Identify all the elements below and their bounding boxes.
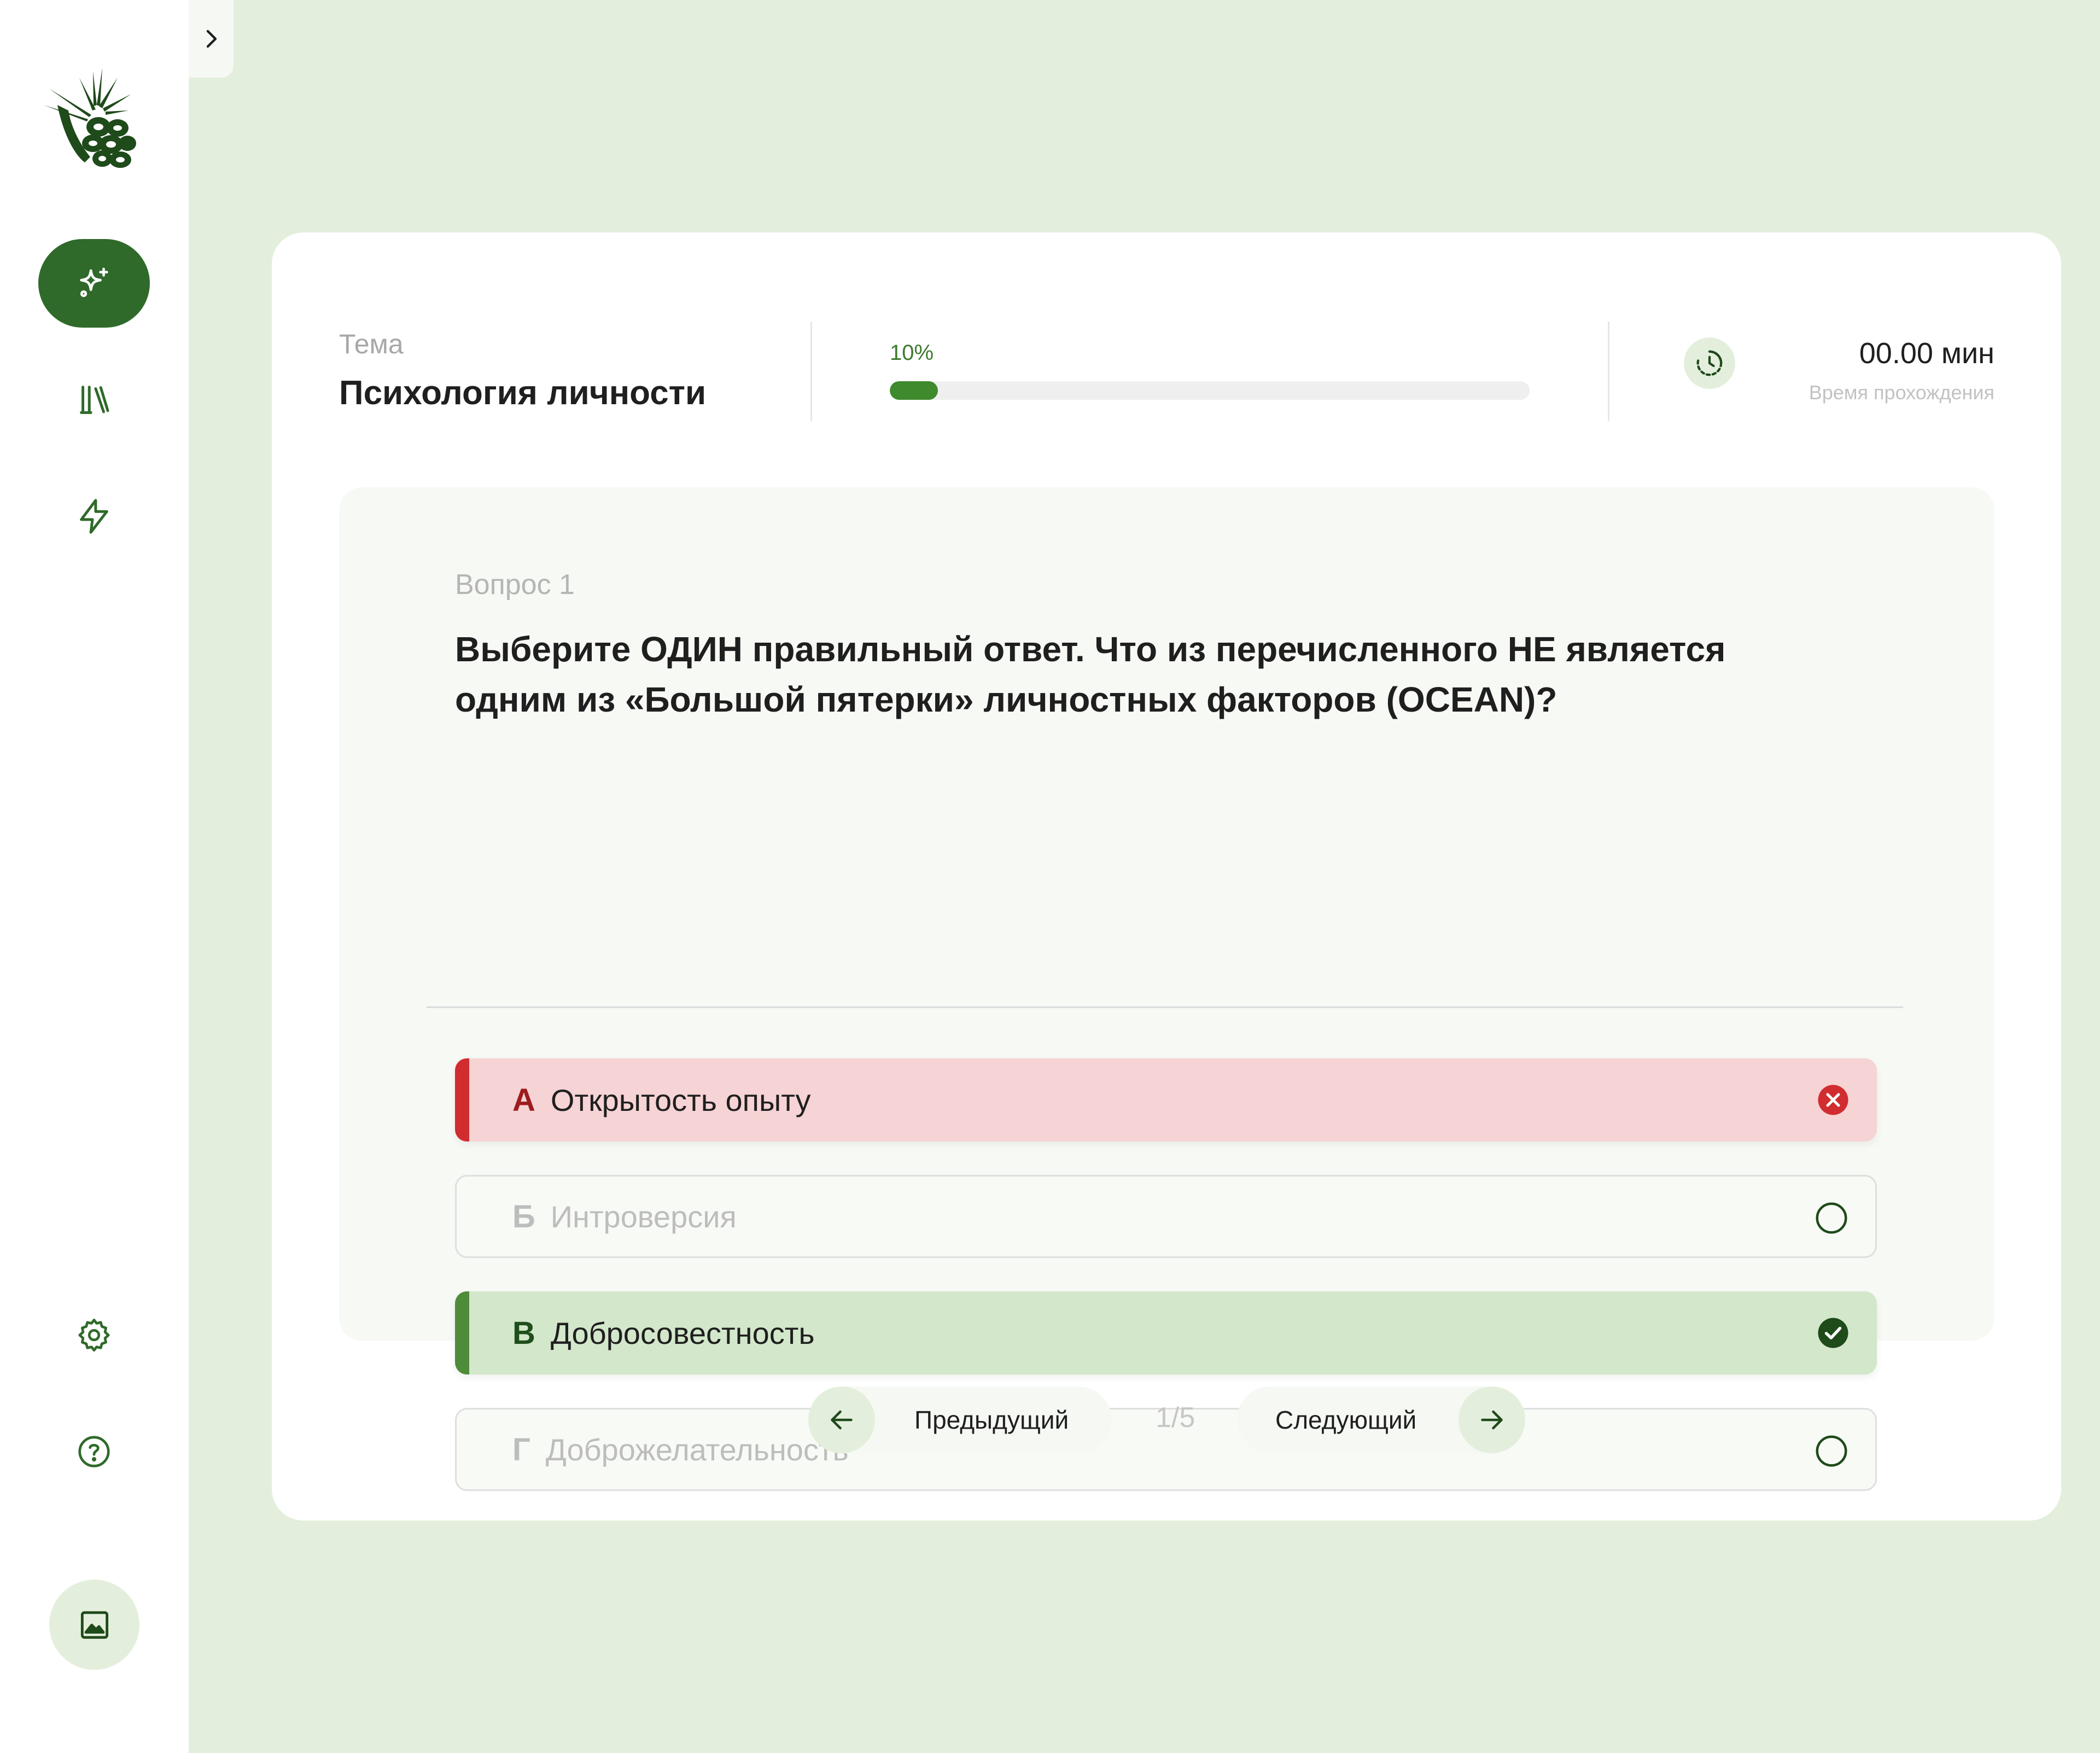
- page-indicator: 1/5: [1156, 1402, 1195, 1434]
- quiz-card: Тема Психология личности 10% 00.00 мин В…: [272, 232, 2061, 1521]
- progress-bar: [890, 381, 1530, 400]
- empty-circle-icon: [1816, 1435, 1847, 1467]
- time-value: 00.00 мин: [1859, 337, 1994, 370]
- next-arrow: [1459, 1387, 1525, 1453]
- answer-option-b[interactable]: Б Интроверсия: [455, 1175, 1877, 1258]
- x-circle-icon: [1818, 1085, 1848, 1115]
- image-icon: [80, 1611, 108, 1639]
- progress-fill: [890, 381, 938, 400]
- clock-badge: [1684, 337, 1735, 389]
- question-panel: Вопрос 1 Выберите ОДИН правильный ответ.…: [339, 487, 1994, 1491]
- option-letter: Б: [512, 1198, 535, 1234]
- nav-library-button[interactable]: [38, 356, 150, 444]
- option-label: Открытость опыту: [550, 1082, 811, 1117]
- nav-ai-button[interactable]: [38, 239, 150, 328]
- sidebar-toggle-button[interactable]: [189, 0, 234, 78]
- topic-title: Психология личности: [339, 374, 707, 412]
- question-number: Вопрос 1: [455, 569, 575, 601]
- answer-option-a[interactable]: А Открытость опыту: [455, 1058, 1877, 1142]
- time-label: Время прохождения: [1809, 381, 1994, 404]
- check-circle-icon: [1818, 1318, 1848, 1348]
- chevron-right-icon: [206, 30, 217, 48]
- nav-quick-button[interactable]: [38, 472, 150, 561]
- progress-percent: 10%: [890, 341, 934, 365]
- sidebar: [0, 0, 189, 1753]
- settings-button[interactable]: [38, 1291, 150, 1379]
- option-letter: В: [512, 1315, 535, 1351]
- image-button[interactable]: [49, 1580, 139, 1670]
- arrow-right-icon: [1481, 1410, 1503, 1430]
- pine-cone-logo: [44, 68, 136, 168]
- empty-circle-icon: [1816, 1202, 1847, 1234]
- header-divider: [1608, 322, 1609, 421]
- prev-arrow: [808, 1387, 875, 1453]
- clock-history-icon: [1696, 350, 1723, 376]
- question-text: Выберите ОДИН правильный ответ. Что из п…: [455, 630, 1726, 719]
- help-button[interactable]: [38, 1407, 150, 1496]
- question-divider: [427, 1006, 1903, 1008]
- next-button[interactable]: Следующий: [1237, 1387, 1525, 1453]
- gear-icon: [78, 1318, 110, 1352]
- option-letter: А: [512, 1082, 535, 1118]
- option-label: Добросовестность: [550, 1315, 815, 1350]
- answer-option-c[interactable]: В Добросовестность: [455, 1291, 1877, 1375]
- option-label: Интроверсия: [550, 1199, 737, 1234]
- option-letter: Г: [512, 1431, 530, 1467]
- topic-label: Тема: [339, 329, 404, 359]
- arrow-left-icon: [831, 1410, 853, 1430]
- sparkles-icon: [80, 267, 108, 298]
- option-label: Доброжелательность: [545, 1432, 849, 1467]
- help-circle-icon: [78, 1436, 110, 1467]
- library-icon: [80, 386, 109, 414]
- prev-button[interactable]: Предыдущий: [808, 1387, 1112, 1453]
- lightning-icon: [80, 499, 108, 534]
- header-divider: [810, 322, 812, 421]
- next-label: Следующий: [1275, 1406, 1417, 1434]
- prev-label: Предыдущий: [914, 1406, 1069, 1434]
